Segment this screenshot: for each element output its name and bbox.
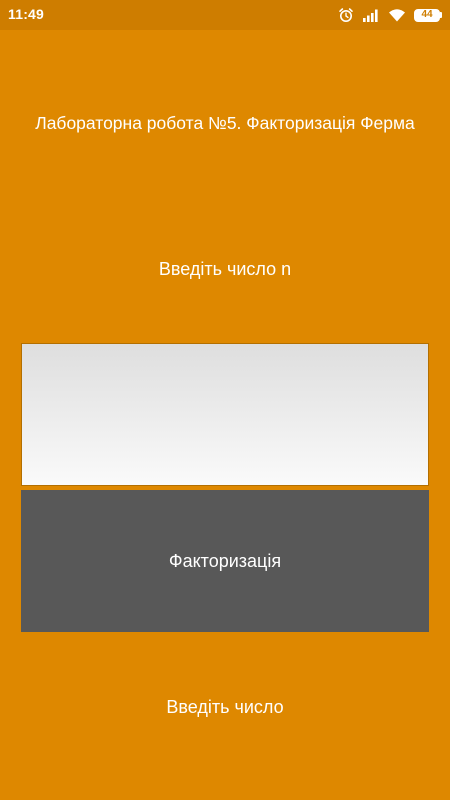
status-bar: 11:49 44: [0, 0, 450, 30]
wifi-icon: [388, 8, 406, 22]
battery-level: 44: [414, 8, 440, 22]
page-title: Лабораторна робота №5. Факторизація Ферм…: [35, 113, 415, 133]
battery-icon: 44: [414, 8, 442, 22]
factorize-button[interactable]: Факторизація: [21, 490, 429, 632]
signal-icon: [362, 8, 380, 22]
status-icons: 44: [338, 6, 442, 24]
status-time: 11:49: [8, 6, 45, 22]
alarm-icon: [338, 7, 354, 23]
input-prompt-label: Введіть число n: [158, 259, 292, 279]
number-input[interactable]: [21, 343, 429, 486]
result-label: Введіть число: [166, 697, 284, 717]
